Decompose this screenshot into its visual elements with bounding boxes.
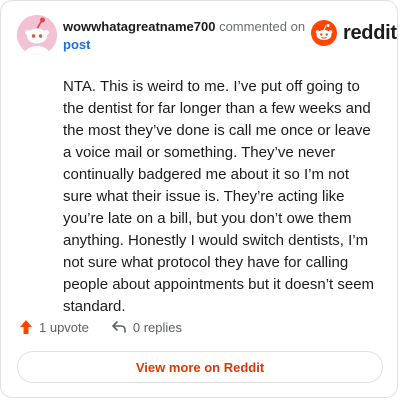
comment-body: NTA. This is weird to me. I’ve put off g…	[63, 78, 375, 315]
reddit-logo-icon	[311, 20, 337, 46]
replies-button[interactable]: 0 replies	[111, 320, 182, 335]
reddit-wordmark: reddit	[343, 21, 397, 44]
upvote-button[interactable]: 1 upvote	[19, 319, 89, 335]
reddit-brand[interactable]: reddit	[311, 19, 397, 47]
comment-actions: 1 upvote 0 replies	[19, 317, 204, 337]
avatar[interactable]	[17, 15, 57, 55]
reply-arrow-icon	[112, 321, 126, 333]
reddit-comment-card: wowwhatagreatname700 commented on post r…	[0, 0, 398, 398]
snoo-avatar-icon	[17, 15, 57, 55]
comment-header: wowwhatagreatname700 commented on post	[63, 18, 313, 54]
upvote-count: 1 upvote	[39, 319, 89, 335]
post-link[interactable]: post	[63, 36, 313, 54]
upvote-arrow-icon	[20, 320, 32, 334]
username[interactable]: wowwhatagreatname700	[63, 19, 215, 34]
commented-on-text: commented on	[219, 19, 306, 34]
view-more-on-reddit-button[interactable]: View more on Reddit	[17, 351, 383, 383]
reply-count: 0 replies	[132, 319, 183, 335]
